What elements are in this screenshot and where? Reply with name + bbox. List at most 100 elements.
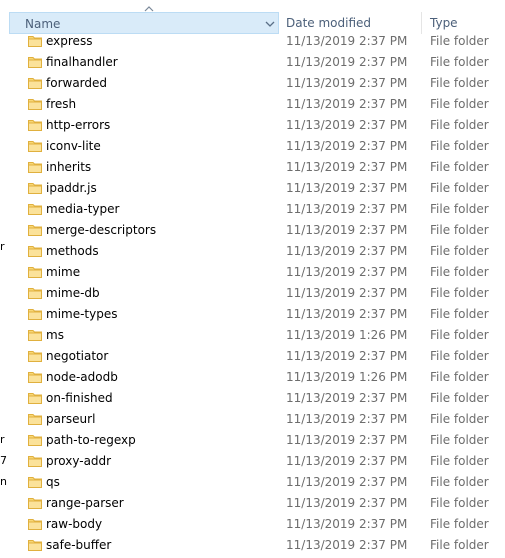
file-date-modified: 11/13/2019 2:37 PM [286, 433, 408, 447]
file-date-modified: 11/13/2019 2:37 PM [286, 412, 408, 426]
file-date-modified: 11/13/2019 2:37 PM [286, 349, 408, 363]
folder-icon [28, 288, 42, 299]
file-type: File folder [430, 433, 489, 447]
folder-icon [28, 456, 42, 467]
file-row[interactable]: mime-db 11/13/2019 2:37 PM File folder [0, 283, 505, 304]
file-name: qs [46, 475, 60, 489]
folder-icon [28, 540, 42, 551]
file-type: File folder [430, 328, 489, 342]
file-date-modified: 11/13/2019 1:26 PM [286, 328, 408, 342]
file-type: File folder [430, 286, 489, 300]
file-date-modified: 11/13/2019 2:37 PM [286, 496, 408, 510]
file-date-modified: 11/13/2019 2:37 PM [286, 34, 408, 48]
file-row[interactable]: media-typer 11/13/2019 2:37 PM File folder [0, 199, 505, 220]
file-name: path-to-regexp [46, 433, 136, 447]
file-type: File folder [430, 454, 489, 468]
file-date-modified: 11/13/2019 2:37 PM [286, 538, 408, 552]
folder-icon [28, 519, 42, 530]
file-row[interactable]: qs 11/13/2019 2:37 PM File folder [0, 472, 505, 493]
file-type: File folder [430, 76, 489, 90]
file-name: iconv-lite [46, 139, 101, 153]
file-type: File folder [430, 496, 489, 510]
file-date-modified: 11/13/2019 2:37 PM [286, 244, 408, 258]
file-date-modified: 11/13/2019 2:37 PM [286, 55, 408, 69]
file-row[interactable]: proxy-addr 11/13/2019 2:37 PM File folder [0, 451, 505, 472]
file-date-modified: 11/13/2019 2:37 PM [286, 202, 408, 216]
file-row[interactable]: finalhandler 11/13/2019 2:37 PM File folde… [0, 52, 505, 73]
folder-icon [28, 435, 42, 446]
file-row[interactable]: iconv-lite 11/13/2019 2:37 PM File folder [0, 136, 505, 157]
folder-icon [28, 141, 42, 152]
file-row[interactable]: forwarded 11/13/2019 2:37 PM File folder [0, 73, 505, 94]
file-type: File folder [430, 391, 489, 405]
file-name: raw-body [46, 517, 103, 531]
date-column-label: Date modified [286, 16, 372, 30]
file-row[interactable]: safe-buffer 11/13/2019 2:37 PM File folder [0, 535, 505, 556]
file-row[interactable]: merge-descriptors 11/13/2019 2:37 PM File … [0, 220, 505, 241]
file-row[interactable]: inherits 11/13/2019 2:37 PM File folder [0, 157, 505, 178]
file-type: File folder [430, 244, 489, 258]
file-date-modified: 11/13/2019 2:37 PM [286, 139, 408, 153]
file-type: File folder [430, 475, 489, 489]
folder-icon [28, 204, 42, 215]
file-row[interactable]: path-to-regexp 11/13/2019 2:37 PM File fol… [0, 430, 505, 451]
file-date-modified: 11/13/2019 1:26 PM [286, 370, 408, 384]
file-date-modified: 11/13/2019 2:37 PM [286, 181, 408, 195]
file-name: forwarded [46, 76, 108, 90]
file-row[interactable]: on-finished 11/13/2019 2:37 PM File folder [0, 388, 505, 409]
file-row[interactable]: mime-types 11/13/2019 2:37 PM File folder [0, 304, 505, 325]
file-row[interactable]: ipaddr.js 11/13/2019 2:37 PM File folder [0, 178, 505, 199]
file-type: File folder [430, 139, 489, 153]
file-type: File folder [430, 181, 489, 195]
file-row[interactable]: express 11/13/2019 2:37 PM File folder [0, 31, 505, 52]
file-date-modified: 11/13/2019 2:37 PM [286, 76, 408, 90]
folder-icon [28, 309, 42, 320]
folder-icon [28, 36, 42, 47]
file-type: File folder [430, 223, 489, 237]
folder-icon [28, 57, 42, 68]
file-row[interactable]: negotiator 11/13/2019 2:37 PM File folder [0, 346, 505, 367]
file-type: File folder [430, 370, 489, 384]
folder-icon [28, 120, 42, 131]
file-row[interactable]: range-parser 11/13/2019 2:37 PM File folde… [0, 493, 505, 514]
folder-icon [28, 477, 42, 488]
file-row[interactable]: ms 11/13/2019 1:26 PM File folder [0, 325, 505, 346]
file-row[interactable]: node-adodb 11/13/2019 1:26 PM File folder [0, 367, 505, 388]
file-row[interactable]: parseurl 11/13/2019 2:37 PM File folder [0, 409, 505, 430]
folder-icon [28, 162, 42, 173]
file-row[interactable]: fresh 11/13/2019 2:37 PM File folder [0, 94, 505, 115]
folder-icon [28, 498, 42, 509]
file-date-modified: 11/13/2019 2:37 PM [286, 475, 408, 489]
file-date-modified: 11/13/2019 2:37 PM [286, 307, 408, 321]
file-row[interactable]: mime 11/13/2019 2:37 PM File folder [0, 262, 505, 283]
file-date-modified: 11/13/2019 2:37 PM [286, 517, 408, 531]
file-date-modified: 11/13/2019 2:37 PM [286, 118, 408, 132]
file-date-modified: 11/13/2019 2:37 PM [286, 223, 408, 237]
file-type: File folder [430, 538, 489, 552]
chevron-down-icon[interactable] [263, 17, 277, 31]
name-column-label: Name [25, 17, 61, 31]
file-name: inherits [46, 160, 92, 174]
file-row[interactable]: http-errors 11/13/2019 2:37 PM File folder [0, 115, 505, 136]
folder-icon [28, 99, 42, 110]
column-header-bar: Name Date modified Type [0, 0, 505, 34]
file-name: express [46, 34, 93, 48]
folder-icon [28, 183, 42, 194]
file-row[interactable]: raw-body 11/13/2019 2:37 PM File folder [0, 514, 505, 535]
file-type: File folder [430, 160, 489, 174]
file-name: methods [46, 244, 99, 258]
file-explorer-view: r r 7 n Name Date modified Type express 1… [0, 0, 505, 558]
file-date-modified: 11/13/2019 2:37 PM [286, 391, 408, 405]
type-column-label: Type [430, 16, 458, 30]
file-name: mime [46, 265, 81, 279]
file-type: File folder [430, 517, 489, 531]
file-name: finalhandler [46, 55, 118, 69]
folder-icon [28, 372, 42, 383]
file-type: File folder [430, 55, 489, 69]
file-name: merge-descriptors [46, 223, 157, 237]
file-name: negotiator [46, 349, 109, 363]
file-date-modified: 11/13/2019 2:37 PM [286, 454, 408, 468]
file-type: File folder [430, 265, 489, 279]
file-name: http-errors [46, 118, 111, 132]
file-row[interactable]: methods 11/13/2019 2:37 PM File folder [0, 241, 505, 262]
